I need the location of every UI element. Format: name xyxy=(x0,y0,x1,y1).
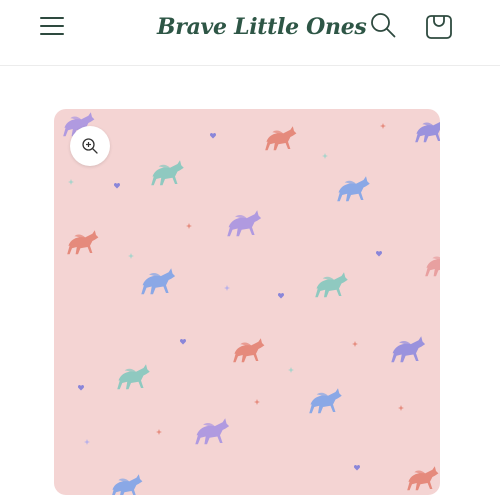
hamburger-menu-icon xyxy=(40,14,66,38)
brand-logo[interactable]: Brave Little Ones xyxy=(157,10,367,44)
site-header: Brave Little Ones xyxy=(0,0,500,66)
search-button[interactable] xyxy=(369,11,397,39)
menu-button[interactable] xyxy=(40,14,66,38)
shopping-bag-icon xyxy=(426,15,452,39)
unicorn-pattern xyxy=(63,112,440,495)
search-icon xyxy=(371,13,396,38)
zoom-in-icon xyxy=(82,138,98,154)
cart-button[interactable] xyxy=(424,10,454,40)
product-image[interactable] xyxy=(54,109,440,495)
zoom-button[interactable] xyxy=(70,126,110,166)
